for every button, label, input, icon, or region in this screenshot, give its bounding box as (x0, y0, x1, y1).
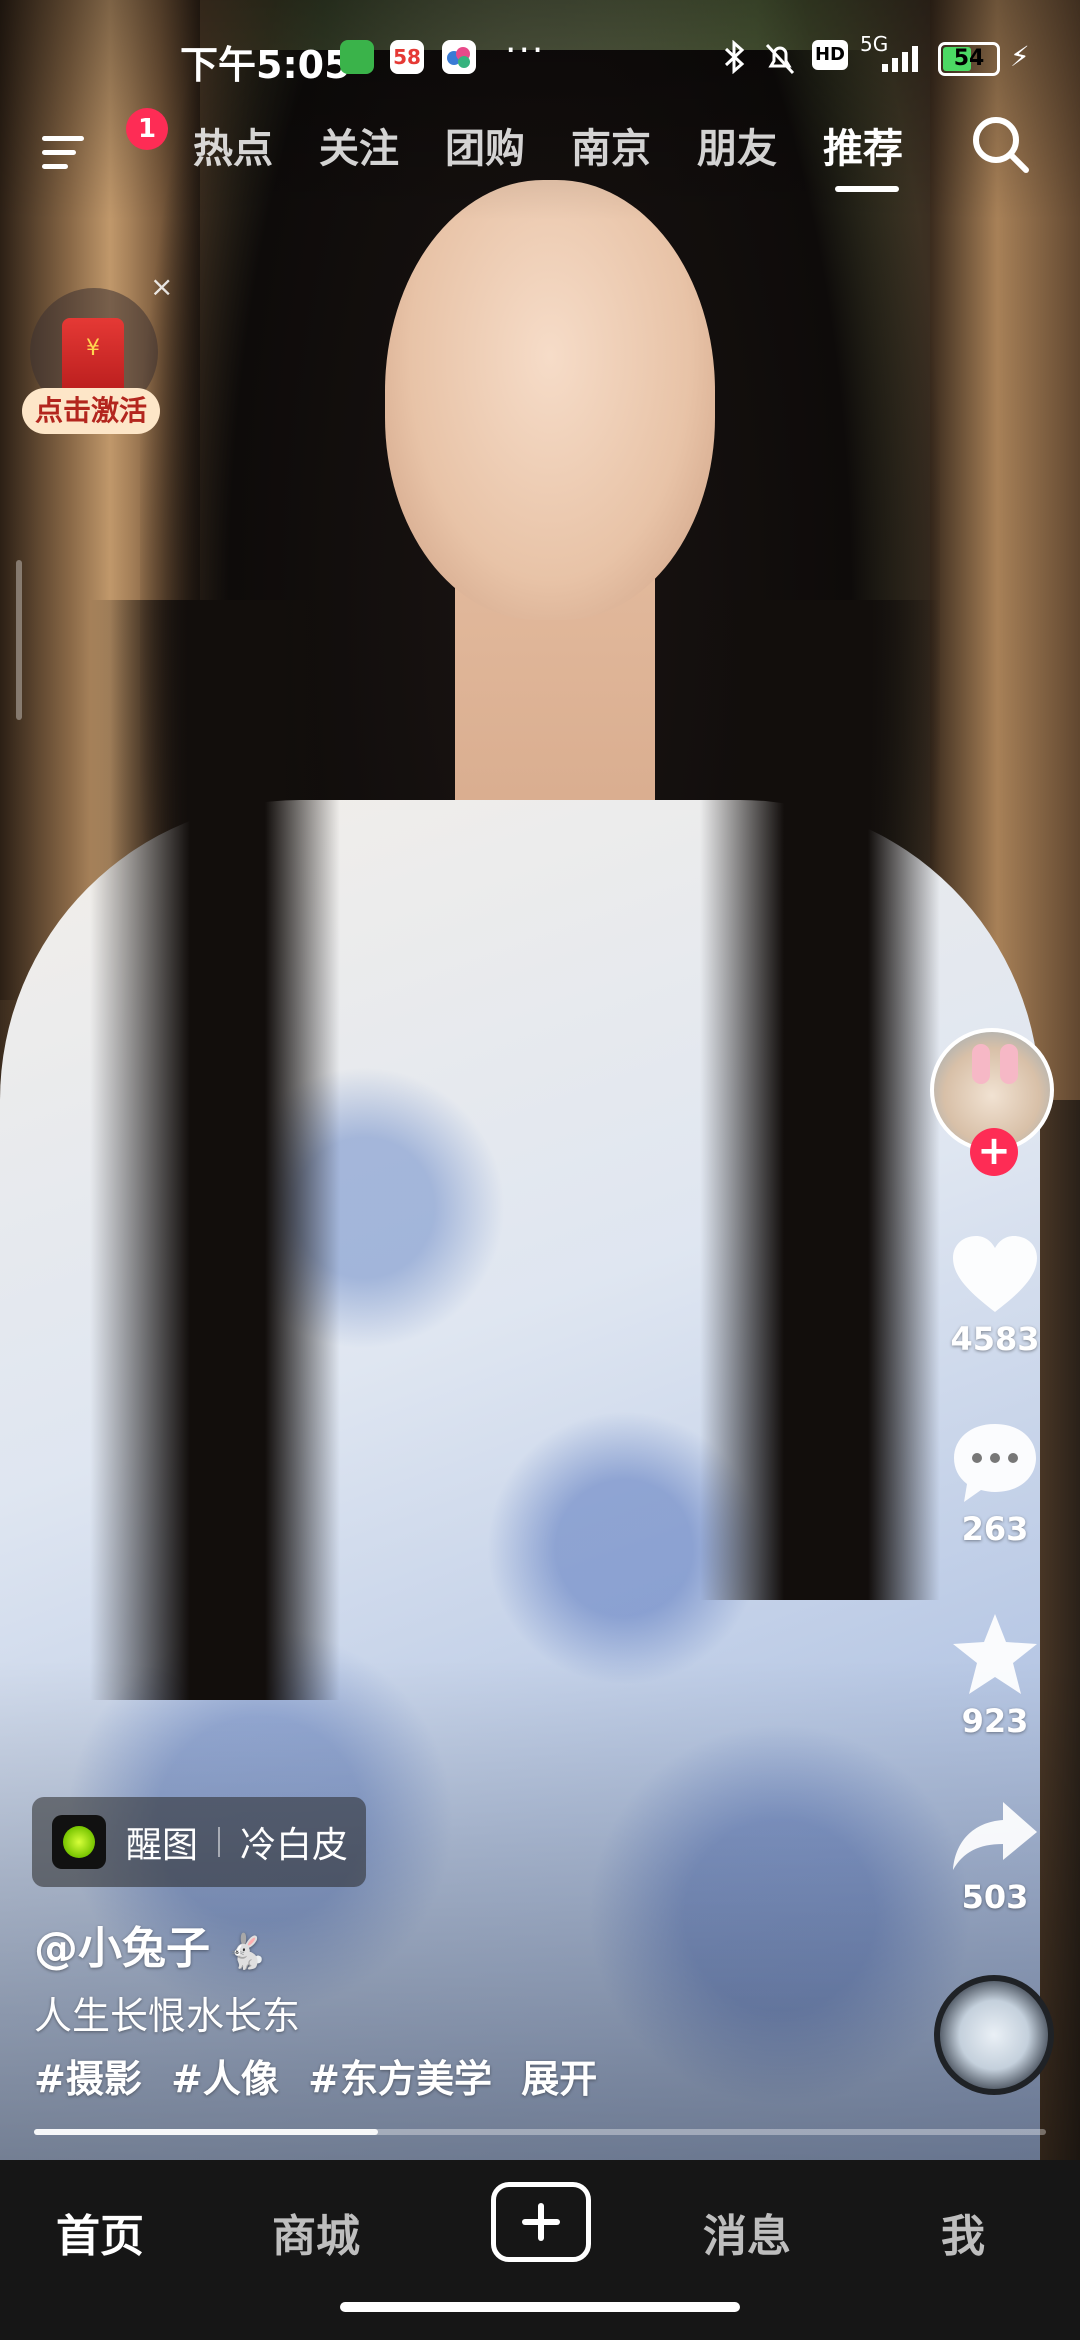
hair-front-left (90, 600, 340, 1700)
star-icon (953, 1614, 1037, 1694)
search-button[interactable] (966, 110, 1036, 180)
share-button[interactable]: 503 (940, 1798, 1050, 1916)
battery-level: 54 (953, 46, 985, 71)
effect-name: 醒图 (126, 1825, 199, 1866)
bluetooth-icon (722, 39, 748, 82)
tab-mall[interactable]: 商城 (272, 2200, 360, 2264)
bunny-ear (972, 1044, 990, 1084)
status-time: 下午5:05 (180, 43, 351, 87)
comment-count: 263 (961, 1510, 1029, 1548)
hd-voice-icon: HD (812, 40, 848, 70)
author-username[interactable]: @小兔子 🐇 (34, 1912, 268, 1976)
red-packet-close-button[interactable]: × (150, 270, 173, 303)
music-disc[interactable] (934, 1975, 1054, 2095)
menu-notification-badge: 1 (126, 108, 168, 150)
cloud-app-icon (442, 40, 476, 74)
home-indicator[interactable] (340, 2302, 740, 2312)
tab-hot[interactable]: 热点 (193, 116, 273, 174)
active-tab-indicator (835, 186, 899, 192)
battery-icon: 54 (938, 42, 1000, 76)
video-progress-bar[interactable] (34, 2129, 1046, 2135)
author-avatar-wrap[interactable]: + (930, 1028, 1060, 1178)
search-icon (973, 117, 1029, 173)
hashtag-link[interactable]: #摄影 (34, 2057, 142, 2101)
tab-me[interactable]: 我 (941, 2200, 985, 2264)
bunny-ear (1000, 1044, 1018, 1084)
red-packet-widget[interactable]: 点击激活 (22, 288, 168, 448)
effect-chip[interactable]: 醒图 冷白皮 (32, 1797, 367, 1887)
menu-line (42, 136, 84, 141)
video-caption: 人生长恨水长东 (34, 1994, 301, 2038)
effect-style: 冷白皮 (240, 1825, 349, 1866)
tab-following[interactable]: 关注 (319, 116, 399, 174)
create-post-button[interactable] (491, 2182, 591, 2262)
rabbit-icon: 🐇 (225, 1932, 268, 1972)
mute-bell-icon (762, 40, 798, 84)
favorite-button[interactable]: 923 (940, 1610, 1050, 1740)
charging-icon: ⚡ (1010, 40, 1030, 73)
effect-divider (218, 1827, 221, 1857)
share-arrow-icon (953, 1802, 1037, 1870)
tab-group-buy[interactable]: 团购 (445, 116, 525, 174)
menu-line (42, 150, 76, 155)
top-nav: 1 热点 关注 团购 南京 朋友 推荐 (0, 108, 1080, 200)
more-notifications-icon: ··· (505, 30, 546, 71)
red-envelope-icon (62, 318, 124, 398)
hashtag-link[interactable]: #东方美学 (308, 2057, 492, 2101)
side-drawer-handle[interactable] (16, 560, 22, 720)
tab-nanjing[interactable]: 南京 (571, 116, 651, 174)
red-packet-label[interactable]: 点击激活 (22, 388, 160, 434)
status-bar: 下午5:05 58 ··· HD 5G 54 ⚡ (0, 30, 1080, 90)
signal-icon (862, 40, 926, 84)
heart-icon (953, 1236, 1037, 1312)
tab-home[interactable]: 首页 (56, 2200, 144, 2264)
like-button[interactable]: 4583 (940, 1232, 1050, 1358)
like-count: 4583 (950, 1320, 1040, 1358)
tab-messages[interactable]: 消息 (703, 2200, 791, 2264)
expand-link[interactable]: 展开 (521, 2057, 597, 2101)
comment-icon (954, 1424, 1036, 1502)
hashtag-link[interactable]: #人像 (171, 2057, 279, 2101)
hair-front-right (700, 600, 940, 1600)
follow-plus-button[interactable]: + (970, 1128, 1018, 1176)
tab-recommended[interactable]: 推荐 (823, 116, 903, 174)
video-progress-fill (34, 2129, 379, 2135)
wechat-notification-icon (340, 40, 374, 74)
face-shape (385, 180, 715, 620)
username-text[interactable]: @小兔子 (34, 1923, 210, 1974)
hashtag-row: #摄影 #人像 #东方美学 展开 (34, 2048, 613, 2103)
58-app-icon: 58 (390, 40, 424, 74)
menu-line (42, 164, 68, 169)
menu-button[interactable]: 1 (38, 108, 168, 182)
favorite-count: 923 (961, 1702, 1029, 1740)
comment-button[interactable]: 263 (940, 1420, 1050, 1548)
share-count: 503 (961, 1878, 1029, 1916)
effect-logo-icon (52, 1815, 106, 1869)
tab-friends[interactable]: 朋友 (697, 116, 777, 174)
